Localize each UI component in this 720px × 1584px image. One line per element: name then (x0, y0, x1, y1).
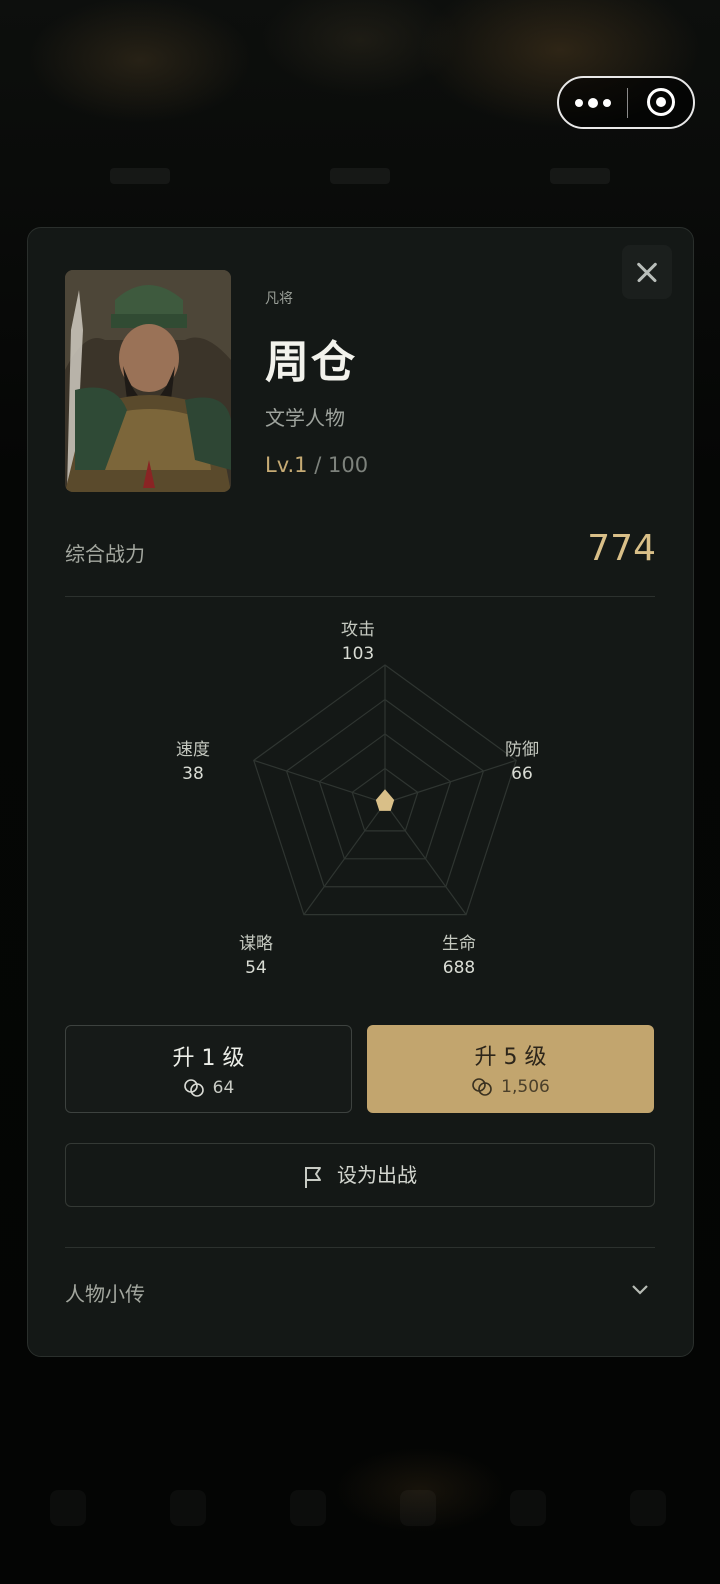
background-nav-item (290, 1490, 326, 1526)
background-tab (110, 168, 170, 184)
stat-strategy-label: 谋略 (239, 934, 273, 954)
coin-icon (472, 1078, 492, 1096)
upgrade-1-cost: 64 (66, 1078, 351, 1098)
radar-axis-speed (253, 759, 386, 804)
capsule-divider (627, 88, 628, 118)
divider (65, 1247, 655, 1248)
stat-attack-value: 103 (341, 644, 375, 664)
radar-value-shape (375, 789, 395, 811)
set-deploy-button[interactable]: 设为出战 (65, 1143, 655, 1207)
stat-hp-value: 688 (442, 958, 476, 978)
stat-strategy: 谋略 54 (216, 932, 296, 980)
upgrade-5-cost: 1,506 (367, 1077, 654, 1097)
background-tab (550, 168, 610, 184)
hero-rank: 凡将 (265, 291, 293, 307)
target-icon[interactable] (647, 88, 675, 116)
background-tab (330, 168, 390, 184)
upgrade-1-label: 升 1 级 (172, 1046, 245, 1071)
divider (65, 596, 655, 597)
level-max: / 100 (314, 453, 369, 477)
hero-origin: 文学人物 (265, 406, 345, 430)
stat-attack: 攻击 103 (318, 618, 398, 666)
coin-icon (183, 1079, 204, 1097)
more-dots-icon[interactable] (575, 93, 611, 113)
stats-radar-chart: 攻击 103 防御 66 生命 688 谋略 54 速度 38 (115, 618, 605, 998)
chevron-down-icon[interactable] (631, 1284, 649, 1296)
upgrade-5-cost-value: 1,506 (501, 1077, 550, 1097)
stat-speed-value: 38 (182, 764, 204, 784)
stat-hp-label: 生命 (442, 934, 476, 954)
stat-speed: 速度 38 (153, 738, 233, 786)
hero-level: Lv.1 / 100 (265, 453, 368, 477)
hero-detail-card: 凡将 周仓 文学人物 Lv.1 / 100 综合战力 774 攻击 103 防御… (27, 227, 694, 1357)
stat-defense-value: 66 (511, 764, 533, 784)
power-value: 774 (587, 528, 656, 569)
upgrade-1-button[interactable]: 升 1 级 64 (65, 1025, 352, 1113)
stat-defense: 防御 66 (482, 738, 562, 786)
hero-name: 周仓 (265, 337, 357, 388)
background-nav-item (400, 1490, 436, 1526)
background-nav-item (50, 1490, 86, 1526)
deploy-label: 设为出战 (337, 1163, 417, 1187)
level-current: Lv.1 (265, 453, 308, 477)
upgrade-5-button[interactable]: 升 5 级 1,506 (367, 1025, 654, 1113)
background-nav-item (510, 1490, 546, 1526)
stat-attack-label: 攻击 (341, 620, 375, 640)
bio-section-label[interactable]: 人物小传 (65, 1278, 145, 1307)
background-nav-item (630, 1490, 666, 1526)
close-icon[interactable] (622, 245, 672, 299)
stat-strategy-value: 54 (245, 958, 267, 978)
stat-hp: 生命 688 (419, 932, 499, 980)
background-nav-item (170, 1490, 206, 1526)
flag-icon (305, 1166, 321, 1188)
power-label: 综合战力 (65, 542, 145, 566)
miniprogram-capsule (557, 76, 695, 129)
upgrade-1-cost-value: 64 (212, 1078, 235, 1098)
hero-portrait (65, 270, 231, 492)
stat-speed-label: 速度 (176, 740, 210, 760)
stat-defense-label: 防御 (505, 740, 539, 760)
upgrade-5-label: 升 5 级 (474, 1045, 547, 1070)
